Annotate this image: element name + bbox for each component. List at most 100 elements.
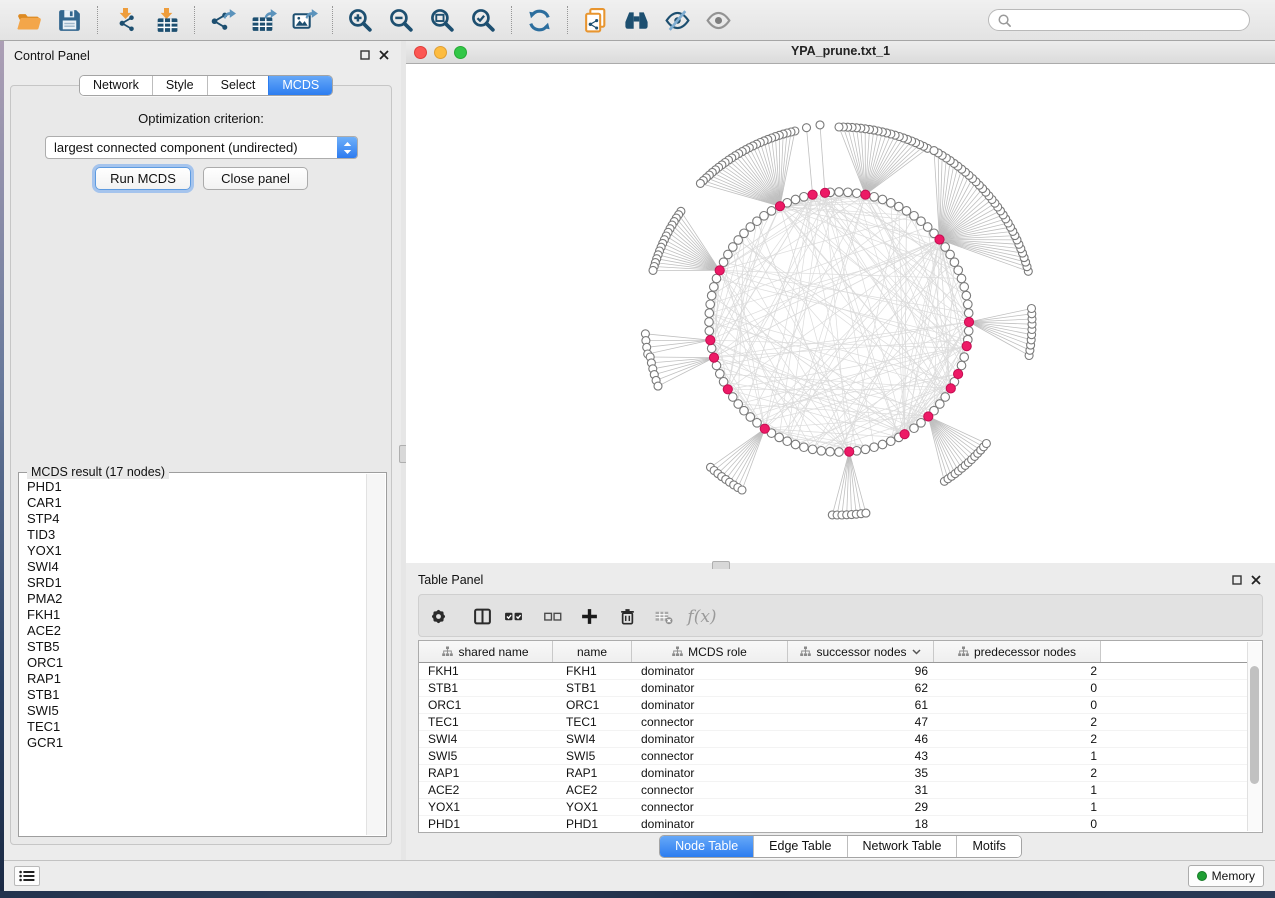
table-cell: 31 xyxy=(788,782,934,798)
table-row[interactable]: PHD1PHD1dominator180 xyxy=(419,816,1262,833)
delete-column-button[interactable] xyxy=(618,595,636,638)
table-cell: 2 xyxy=(934,765,1101,781)
control-panel-title: Control Panel xyxy=(14,49,90,63)
column-header-label: MCDS role xyxy=(688,645,747,659)
tab-network[interactable]: Network xyxy=(80,76,152,95)
network-graph[interactable] xyxy=(406,64,1275,563)
tab-node-table[interactable]: Node Table xyxy=(660,836,753,857)
tab-network-table[interactable]: Network Table xyxy=(847,836,957,857)
mcds-result-item[interactable]: FKH1 xyxy=(20,607,367,623)
desktop-wallpaper-bottom xyxy=(0,891,1275,898)
table-row[interactable]: ACE2ACE2connector311 xyxy=(419,782,1262,799)
mcds-result-item[interactable]: TEC1 xyxy=(20,719,367,735)
close-panel-icon[interactable] xyxy=(379,50,389,60)
mcds-result-item[interactable]: ORC1 xyxy=(20,655,367,671)
window-close-button[interactable] xyxy=(414,46,427,59)
table-cell: 43 xyxy=(788,748,934,764)
select-all-button[interactable] xyxy=(500,595,526,638)
status-menu-button[interactable] xyxy=(14,866,40,886)
control-panel-tabs: NetworkStyleSelectMCDS xyxy=(79,75,333,96)
float-panel-icon[interactable] xyxy=(1232,575,1242,585)
find-button[interactable] xyxy=(616,2,657,38)
column-header-successor-nodes[interactable]: successor nodes xyxy=(788,641,934,662)
mcds-list-scrollbar[interactable] xyxy=(366,474,385,835)
table-row[interactable]: TEC1TEC1connector472 xyxy=(419,714,1262,731)
run-mcds-button[interactable]: Run MCDS xyxy=(95,167,191,190)
network-canvas[interactable] xyxy=(406,64,1275,563)
add-column-button[interactable] xyxy=(580,595,598,638)
mcds-result-item[interactable]: CAR1 xyxy=(20,495,367,511)
table-cell: dominator xyxy=(632,697,788,713)
open-session-button[interactable] xyxy=(8,2,49,38)
close-panel-icon[interactable] xyxy=(1251,575,1261,585)
table-row[interactable]: SWI5SWI5connector431 xyxy=(419,748,1262,765)
table-cell: TEC1 xyxy=(419,714,553,730)
new-network-from-selection-button[interactable] xyxy=(575,2,616,38)
memory-button[interactable]: Memory xyxy=(1188,865,1264,887)
export-table-button[interactable] xyxy=(243,2,284,38)
table-cell: PHD1 xyxy=(419,816,553,832)
mcds-result-item[interactable]: PHD1 xyxy=(20,479,367,495)
tab-motifs[interactable]: Motifs xyxy=(956,836,1020,857)
mcds-result-item[interactable]: ACE2 xyxy=(20,623,367,639)
table-cell: 1 xyxy=(934,799,1101,815)
column-header-shared-name[interactable]: shared name xyxy=(419,641,553,662)
apply-layout-button[interactable] xyxy=(519,2,560,38)
mcds-result-item[interactable]: STP4 xyxy=(20,511,367,527)
split-panel-button[interactable] xyxy=(472,595,492,638)
tab-select[interactable]: Select xyxy=(207,76,269,95)
column-header-predecessor-nodes[interactable]: predecessor nodes xyxy=(934,641,1101,662)
zoom-in-button[interactable] xyxy=(340,2,381,38)
hierarchy-icon xyxy=(672,646,683,657)
table-toolbar: f(x) xyxy=(418,594,1263,637)
close-panel-button[interactable]: Close panel xyxy=(203,167,308,190)
toolbar-separator xyxy=(97,6,98,34)
zoom-fit-button[interactable] xyxy=(422,2,463,38)
export-network-button[interactable] xyxy=(202,2,243,38)
mcds-result-item[interactable]: SWI4 xyxy=(20,559,367,575)
mcds-result-item[interactable]: YOX1 xyxy=(20,543,367,559)
table-row[interactable]: SWI4SWI4dominator462 xyxy=(419,731,1262,748)
table-row[interactable]: FKH1FKH1dominator962 xyxy=(419,663,1262,680)
network-window-titlebar[interactable]: YPA_prune.txt_1 xyxy=(406,41,1275,64)
export-image-button[interactable] xyxy=(284,2,325,38)
table-scrollbar-thumb[interactable] xyxy=(1250,666,1259,784)
mcds-result-item[interactable]: STB5 xyxy=(20,639,367,655)
table-scrollbar[interactable] xyxy=(1247,642,1262,831)
mcds-result-item[interactable]: SWI5 xyxy=(20,703,367,719)
column-header-MCDS-role[interactable]: MCDS role xyxy=(632,641,788,662)
zoom-out-button[interactable] xyxy=(381,2,422,38)
search-box[interactable] xyxy=(988,9,1250,31)
table-row[interactable]: RAP1RAP1dominator352 xyxy=(419,765,1262,782)
column-header-name[interactable]: name xyxy=(553,641,632,662)
save-session-button[interactable] xyxy=(49,2,90,38)
table-row[interactable]: ORC1ORC1dominator610 xyxy=(419,697,1262,714)
hide-selected-button[interactable] xyxy=(657,2,698,38)
show-all-icon xyxy=(705,7,732,34)
search-input[interactable] xyxy=(1017,12,1241,28)
tab-mcds[interactable]: MCDS xyxy=(268,76,332,95)
mcds-result-item[interactable]: PMA2 xyxy=(20,591,367,607)
table-cell: 62 xyxy=(788,680,934,696)
settings-gear-button[interactable] xyxy=(428,595,448,638)
tab-edge-table[interactable]: Edge Table xyxy=(753,836,846,857)
column-header-label: name xyxy=(577,645,607,659)
import-table-button[interactable] xyxy=(146,2,187,38)
tab-style[interactable]: Style xyxy=(152,76,207,95)
float-panel-icon[interactable] xyxy=(360,50,370,60)
window-zoom-button[interactable] xyxy=(454,46,467,59)
mcds-result-item[interactable]: STB1 xyxy=(20,687,367,703)
mcds-result-item[interactable]: TID3 xyxy=(20,527,367,543)
table-row[interactable]: STB1STB1dominator620 xyxy=(419,680,1262,697)
mcds-result-list: PHD1CAR1STP4TID3YOX1SWI4SRD1PMA2FKH1ACE2… xyxy=(20,479,367,835)
mcds-result-item[interactable]: GCR1 xyxy=(20,735,367,751)
deselect-all-button[interactable] xyxy=(539,595,565,638)
table-row[interactable]: YOX1YOX1connector291 xyxy=(419,799,1262,816)
mcds-result-item[interactable]: RAP1 xyxy=(20,671,367,687)
optimization-criterion-select[interactable]: largest connected component (undirected) xyxy=(45,136,358,159)
table-cell: 0 xyxy=(934,816,1101,832)
zoom-selected-button[interactable] xyxy=(463,2,504,38)
import-network-button[interactable] xyxy=(105,2,146,38)
window-minimize-button[interactable] xyxy=(434,46,447,59)
mcds-result-item[interactable]: SRD1 xyxy=(20,575,367,591)
